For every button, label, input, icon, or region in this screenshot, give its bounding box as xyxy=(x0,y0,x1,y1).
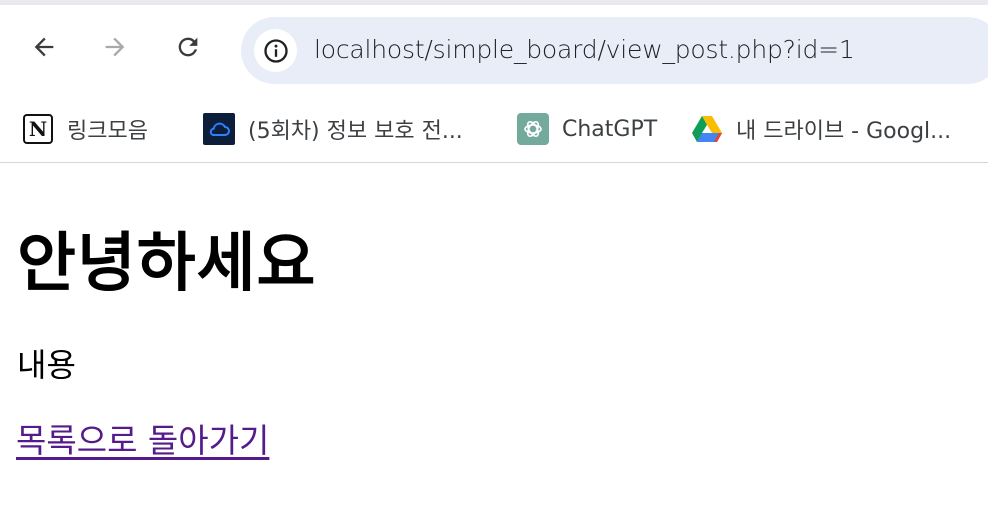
back-arrow-icon xyxy=(34,37,54,57)
bookmarks-bar: N 링크모음 (5회차) 정보 보호 전... ChatGPT 내 드라이브 -… xyxy=(0,97,988,163)
notion-icon: N xyxy=(22,113,54,145)
post-content: 내용 xyxy=(17,346,76,384)
reload-icon xyxy=(178,37,198,57)
bookmark-google-drive[interactable]: 내 드라이브 - Googl... xyxy=(691,109,951,149)
bookmark-label: 내 드라이브 - Googl... xyxy=(736,119,952,144)
url-text[interactable]: localhost/simple_board/view_post.php?id=… xyxy=(314,35,855,64)
back-to-list-link[interactable]: 목록으로 돌아가기 xyxy=(16,414,269,462)
bookmark-security-course[interactable]: (5회차) 정보 보호 전... xyxy=(203,109,463,149)
bookmark-label: 링크모음 xyxy=(67,119,148,144)
site-info-icon xyxy=(263,38,288,63)
browser-toolbar: localhost/simple_board/view_post.php?id=… xyxy=(0,5,988,97)
forward-arrow-icon xyxy=(105,37,125,57)
chatgpt-icon xyxy=(517,113,549,145)
bookmark-link-collection[interactable]: N 링크모음 xyxy=(22,109,148,149)
reload-button[interactable] xyxy=(168,27,208,67)
forward-button[interactable] xyxy=(95,27,135,67)
bookmark-chatgpt[interactable]: ChatGPT xyxy=(517,109,657,149)
bookmark-label: (5회차) 정보 보호 전... xyxy=(248,119,463,144)
post-title: 안녕하세요 xyxy=(17,227,317,301)
bookmark-label: ChatGPT xyxy=(562,116,658,142)
google-drive-icon xyxy=(691,113,723,145)
address-bar[interactable]: localhost/simple_board/view_post.php?id=… xyxy=(241,17,988,84)
page-content: 안녕하세요 내용 목록으로 돌아가기 xyxy=(0,164,988,510)
cloud-icon xyxy=(203,113,235,145)
site-info-button[interactable] xyxy=(254,29,297,72)
back-button[interactable] xyxy=(24,27,64,67)
